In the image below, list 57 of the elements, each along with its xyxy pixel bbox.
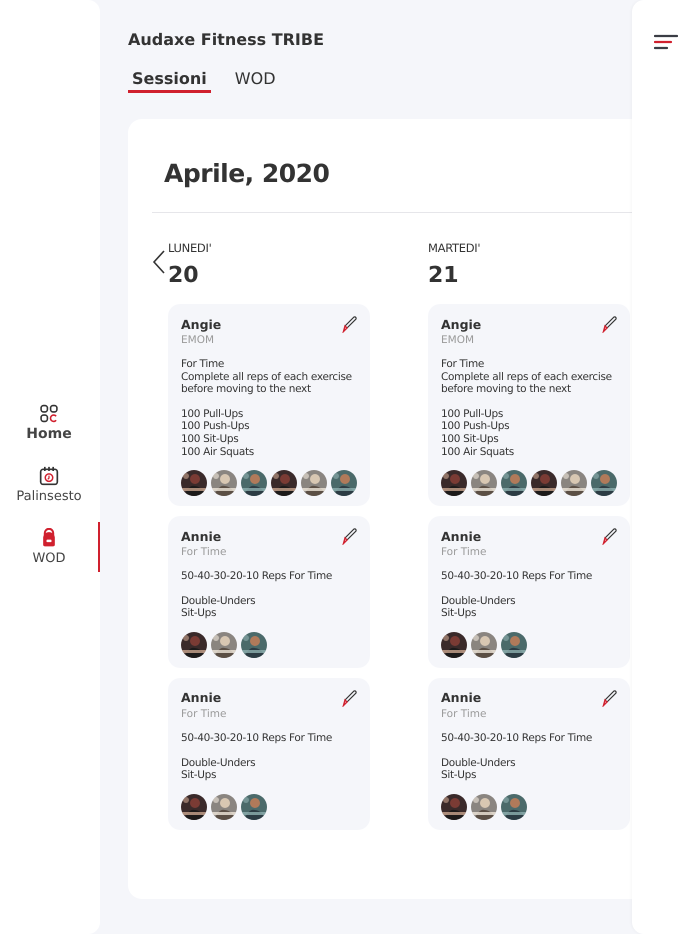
nav-item[interactable]: Home (0, 398, 100, 448)
session-name: Annie (441, 528, 482, 544)
session-card[interactable]: Angie EMOM For Time Complete all reps of each exercise before moving to the next 100 Pull-Ups 100 Push-Ups 100 Sit-Ups 100 Air Squats (168, 304, 370, 506)
exercise-text: 100 Push-Ups (441, 420, 510, 433)
exercise-text: Double-Unders (441, 756, 516, 770)
exercise-text: Sit-Ups (441, 607, 478, 620)
description-text: 50-40-30-20-10 Reps For Time (181, 732, 334, 745)
nav-item[interactable]: WOD (0, 522, 100, 572)
exercise-text: Double-Unders (441, 594, 516, 608)
exercise-text: 100 Air Squats (441, 446, 515, 458)
exercise-text: 100 Sit-Ups (181, 432, 240, 446)
exercise-text: 100 Pull-Ups (441, 408, 504, 420)
description-text: Complete all reps of each exercise before moving to the next (441, 370, 613, 396)
description-text: For Time (181, 358, 226, 371)
description-text: Complete all reps of each exercise before moving to the next (181, 370, 353, 396)
session-name: Annie (441, 690, 482, 706)
month-title: Aprile, 2020 (164, 159, 330, 188)
exercise-text: 100 Air Squats (181, 446, 255, 458)
description-text: 50-40-30-20-10 Reps For Time (441, 732, 594, 745)
exercise-text: 100 Sit-Ups (441, 432, 500, 446)
description-text: 50-40-30-20-10 Reps For Time (181, 570, 334, 583)
date-number: 21 (428, 263, 460, 288)
session-name: Annie (181, 690, 222, 706)
description-text: For Time (441, 358, 486, 371)
tab[interactable]: Sessioni (128, 69, 211, 93)
exercise-text: Double-Unders (181, 756, 256, 770)
session-type: For Time (181, 708, 228, 720)
session-name: Angie (441, 316, 482, 332)
app-title: Audaxe Fitness TRIBE (128, 30, 325, 49)
session-name: Annie (181, 528, 222, 544)
description-text: 50-40-30-20-10 Reps For Time (441, 570, 594, 583)
nav-item[interactable]: Palinsesto (0, 460, 100, 510)
exercise-text: Sit-Ups (441, 769, 478, 782)
weekday-label: LUNEDI' (168, 241, 212, 255)
calendar-icon (37, 466, 61, 486)
date-number: 20 (168, 263, 200, 288)
exercise-text: Sit-Ups (181, 607, 218, 620)
session-card[interactable]: Annie For Time 50-40-30-20-10 Reps For Time Double-Unders Sit-Ups (428, 516, 630, 668)
session-card[interactable]: Annie For Time 50-40-30-20-10 Reps For Time Double-Unders Sit-Ups (428, 678, 630, 830)
exercise-text: Double-Unders (181, 594, 256, 608)
session-type: For Time (181, 546, 228, 558)
session-type: For Time (441, 546, 488, 558)
exercise-text: 100 Push-Ups (181, 420, 250, 433)
exercise-text: 100 Pull-Ups (181, 408, 244, 420)
menu-button[interactable] (654, 34, 678, 50)
session-name: Angie (181, 316, 222, 332)
session-card[interactable]: Annie For Time 50-40-30-20-10 Reps For Time Double-Unders Sit-Ups (168, 678, 370, 830)
session-type: EMOM (181, 334, 216, 346)
session-card[interactable]: Annie For Time 50-40-30-20-10 Reps For Time Double-Unders Sit-Ups (168, 516, 370, 668)
tab[interactable]: WOD (230, 69, 280, 93)
menu-icon (654, 34, 678, 50)
weekday-label: MARTEDI' (428, 241, 482, 255)
chevron-left-icon (152, 249, 166, 275)
session-card[interactable]: Angie EMOM For Time Complete all reps of each exercise before moving to the next 100 Pull-Ups 100 Push-Ups 100 Sit-Ups 100 Air Squats (428, 304, 630, 506)
exercise-text: Sit-Ups (181, 769, 218, 782)
session-type: EMOM (441, 334, 476, 346)
session-type: For Time (441, 708, 488, 720)
